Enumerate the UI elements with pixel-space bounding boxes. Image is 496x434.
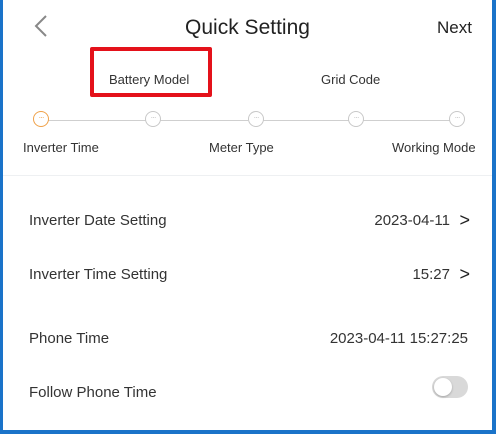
step-dot-meter-type[interactable]: ··· (248, 111, 264, 127)
header: Quick Setting Next (3, 0, 492, 60)
phone-time-value: 2023-04-11 15:27:25 (329, 330, 468, 347)
highlight-box (90, 47, 212, 97)
step-progress: Battery Model Grid Code ··· ··· ··· ··· … (3, 47, 492, 165)
step-label-inverter-time: Inverter Time (23, 140, 99, 155)
step-dot-battery-model[interactable]: ··· (145, 111, 161, 127)
inverter-time-label: Inverter Time Setting (29, 266, 168, 283)
chevron-right-icon[interactable]: > (459, 264, 470, 285)
step-dot-grid-code[interactable]: ··· (348, 111, 364, 127)
step-connector (158, 120, 248, 121)
phone-time-row: Phone Time 2023-04-11 15:27:25 (3, 316, 492, 364)
quick-setting-screen: Quick Setting Next Battery Model Grid Co… (3, 0, 492, 430)
toggle-knob (434, 378, 452, 396)
step-label-working-mode: Working Mode (392, 140, 476, 155)
step-connector (48, 120, 146, 121)
step-dot-inverter-time[interactable]: ··· (33, 111, 49, 127)
inverter-time-row[interactable]: Inverter Time Setting 15:27 > (3, 252, 492, 300)
step-label-meter-type: Meter Type (209, 140, 274, 155)
follow-phone-time-label: Follow Phone Time (29, 384, 157, 401)
follow-phone-time-toggle[interactable] (432, 376, 468, 398)
page-title: Quick Setting (185, 16, 310, 39)
step-connector (362, 120, 450, 121)
inverter-time-value: 15:27 (412, 266, 450, 283)
step-dot-working-mode[interactable]: ··· (449, 111, 465, 127)
chevron-right-icon[interactable]: > (459, 210, 470, 231)
step-connector (262, 120, 350, 121)
inverter-date-label: Inverter Date Setting (29, 212, 167, 229)
next-button[interactable]: Next (437, 18, 472, 38)
phone-time-label: Phone Time (29, 330, 110, 347)
follow-phone-time-row: Follow Phone Time (3, 370, 492, 418)
divider (3, 175, 492, 176)
inverter-date-value: 2023-04-11 (374, 212, 450, 229)
inverter-date-row[interactable]: Inverter Date Setting 2023-04-11 > (3, 198, 492, 246)
step-label-grid-code: Grid Code (321, 72, 381, 87)
